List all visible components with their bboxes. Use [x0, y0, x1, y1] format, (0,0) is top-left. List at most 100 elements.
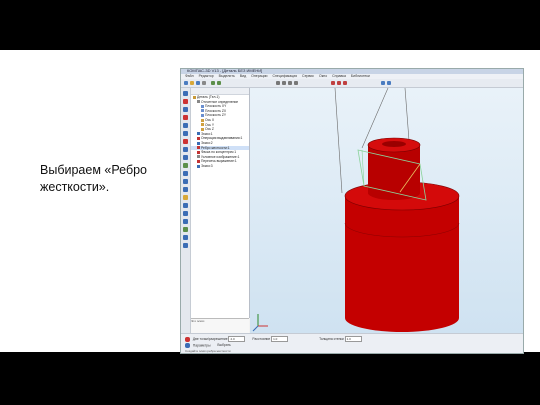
thickness-field[interactable]: 1.0: [344, 336, 362, 342]
select-tool-icon[interactable]: [183, 227, 188, 232]
menu-window[interactable]: Окно: [319, 74, 327, 78]
measure-tool-icon[interactable]: [183, 195, 188, 200]
mirror-tool-icon[interactable]: [183, 171, 188, 176]
array-tool-icon[interactable]: [183, 163, 188, 168]
params-tab[interactable]: Параметры: [193, 343, 211, 347]
pan-icon[interactable]: [288, 81, 292, 85]
redo-icon[interactable]: [217, 81, 221, 85]
tree-item-label: Плоскость XY: [205, 104, 227, 109]
tree-item-icon: [197, 164, 200, 168]
tree-item[interactable]: Эскиз:3: [191, 164, 249, 169]
property-row-1: Две точки/разрешение 2.0 Расстояние 1.0 …: [185, 336, 362, 343]
filter-tool-icon[interactable]: [183, 235, 188, 240]
model-tree-panel: Деталь (Тел-1) Отсчетное определение Плоск…: [191, 88, 250, 318]
undo-icon[interactable]: [211, 81, 215, 85]
tree-item-label: Операция выдавливания:1: [201, 136, 243, 141]
menu-file[interactable]: Файл: [185, 74, 194, 78]
property-panel: Две точки/разрешение 2.0 Расстояние 1.0 …: [181, 333, 523, 353]
model-drawing: [252, 88, 460, 332]
menu-operations[interactable]: Операции: [251, 74, 267, 78]
model-tree-list: Деталь (Тел-1) Отсчетное определение Плоск…: [191, 95, 249, 169]
tree-item-icon: [201, 123, 204, 127]
hole-tool-icon[interactable]: [183, 155, 188, 160]
surface-tool-icon[interactable]: [183, 203, 188, 208]
tree-item-icon: [197, 150, 200, 154]
tree-item-icon: [197, 155, 200, 159]
tree-item-icon: [201, 118, 204, 122]
hint-text: Создайте эскиз ребра жесткости: [185, 349, 231, 353]
new-file-icon[interactable]: [184, 81, 188, 85]
slide: Выбираем «Ребро жесткости». КОМПАС-3D V1…: [0, 50, 540, 354]
tree-item-icon: [197, 100, 200, 104]
tree-item-label: Эскиз:2: [201, 140, 213, 145]
open-file-icon[interactable]: [190, 81, 194, 85]
menu-help[interactable]: Справка: [332, 74, 346, 78]
cad-application-window: КОМПАС-3D V13 - [Деталь БЕЗ ИМЕНИ] Файл …: [180, 68, 524, 354]
menu-view[interactable]: Вид: [240, 74, 246, 78]
tree-item-label: Ось Z: [205, 127, 214, 132]
geometry-tool-icon[interactable]: [183, 91, 188, 96]
tree-item-icon: [197, 159, 200, 163]
shaded-view-icon[interactable]: [331, 81, 335, 85]
shell-tool-icon[interactable]: [183, 147, 188, 152]
axis-tool-icon[interactable]: [183, 187, 188, 192]
menu-libraries[interactable]: Библиотеки: [351, 74, 370, 78]
tree-item-label: Отсчетное определение: [201, 99, 239, 104]
tree-item-icon: [201, 104, 204, 108]
tree-item-icon: [201, 109, 204, 113]
slide-caption: Выбираем «Ребро жесткости».: [40, 163, 148, 194]
tree-item-icon: [201, 114, 204, 117]
tree-item-label: Ось X: [205, 117, 215, 122]
stop-icon[interactable]: [185, 336, 190, 342]
params-tab-icon[interactable]: [185, 343, 190, 348]
tree-item-icon: [197, 132, 200, 136]
cut-tool-icon[interactable]: [183, 115, 188, 120]
perspective-icon[interactable]: [387, 81, 391, 85]
library-tool-icon[interactable]: [183, 243, 188, 248]
report-tool-icon[interactable]: [183, 219, 188, 224]
tree-item-label: Плоскость ZY: [205, 113, 227, 118]
tree-item-label: Деталь (Тел-1): [197, 95, 220, 99]
tree-item-label: Плоскость ZX: [205, 108, 227, 113]
tree-item-label: Ребро жесткости:1: [201, 145, 230, 150]
menu-specification[interactable]: Спецификация: [272, 74, 297, 78]
base-cylinder-body: [345, 196, 459, 332]
compact-toolbar: [181, 88, 191, 333]
mode-field[interactable]: 2.0: [228, 336, 246, 342]
plane-tool-icon[interactable]: [183, 179, 188, 184]
chamfer-tool-icon[interactable]: [183, 131, 188, 136]
print-icon[interactable]: [202, 81, 206, 85]
axis-z-line: [252, 325, 259, 332]
menu-select[interactable]: Выделить: [219, 74, 235, 78]
rib-tool-icon[interactable]: [183, 139, 188, 144]
boss-hole: [382, 141, 406, 147]
extrude-tool-icon[interactable]: [183, 99, 188, 104]
zoom-in-icon[interactable]: [276, 81, 280, 85]
tree-item-label: Условное изображение:1: [201, 154, 240, 159]
tree-item-label: Ось Y: [205, 122, 215, 127]
spec-tool-icon[interactable]: [183, 211, 188, 216]
distance-field[interactable]: 1.0: [271, 336, 289, 342]
3d-viewport[interactable]: [250, 88, 523, 333]
menu-edit[interactable]: Редактор: [199, 74, 214, 78]
tree-item-label: Фаска по концентрич:1: [201, 150, 237, 155]
menu-service[interactable]: Сервис: [302, 74, 314, 78]
window-title: КОМПАС-3D V13 - [Деталь БЕЗ ИМЕНИ]: [187, 68, 263, 73]
thickness-label: Толщина стенки: [319, 336, 344, 341]
tree-item-label: Пересечь выражение:1: [201, 159, 237, 164]
tree-footer-label: Это эскиз: [191, 319, 205, 323]
hint-row: Создайте эскиз ребра жесткости: [185, 349, 231, 353]
tree-item-icon: [193, 95, 196, 99]
tree-item-label: Эскиз:3: [201, 163, 213, 168]
zoom-out-icon[interactable]: [282, 81, 286, 85]
fillet-tool-icon[interactable]: [183, 123, 188, 128]
orientation-icon[interactable]: [381, 81, 385, 85]
rotate-icon[interactable]: [294, 81, 298, 85]
select-tab[interactable]: Выбрать: [217, 343, 230, 347]
rotate-tool-icon[interactable]: [183, 107, 188, 112]
wireframe-view-icon[interactable]: [337, 81, 341, 85]
save-icon[interactable]: [196, 81, 200, 85]
tree-item-icon: [201, 127, 204, 131]
boss-cylinder-body: [368, 145, 420, 200]
hidden-lines-icon[interactable]: [343, 81, 347, 85]
